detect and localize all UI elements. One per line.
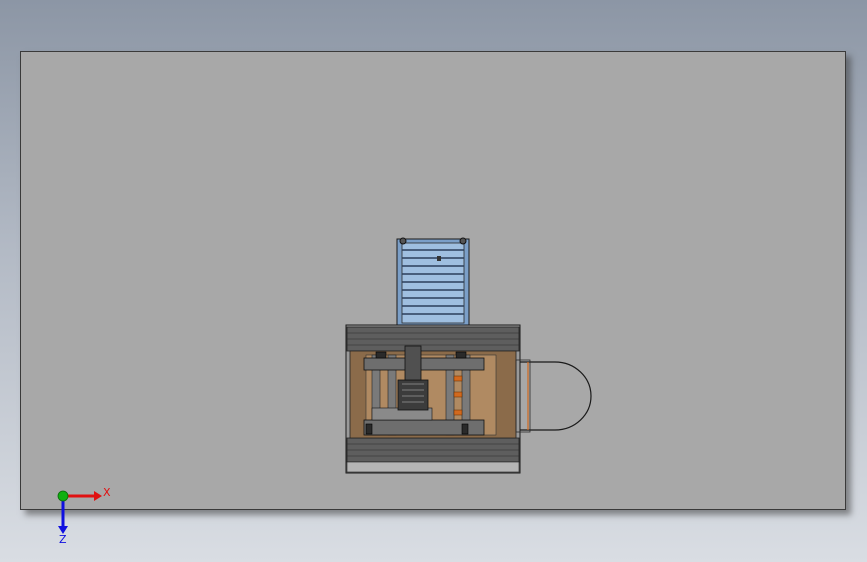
- side-handle[interactable]: [515, 359, 592, 433]
- x-axis-label: X: [103, 486, 111, 499]
- assembly-model[interactable]: [0, 0, 867, 562]
- blue-tray[interactable]: [396, 237, 470, 328]
- orientation-triad: X Z: [57, 486, 111, 544]
- main-frame[interactable]: [345, 324, 521, 474]
- z-axis-label: Z: [59, 533, 67, 544]
